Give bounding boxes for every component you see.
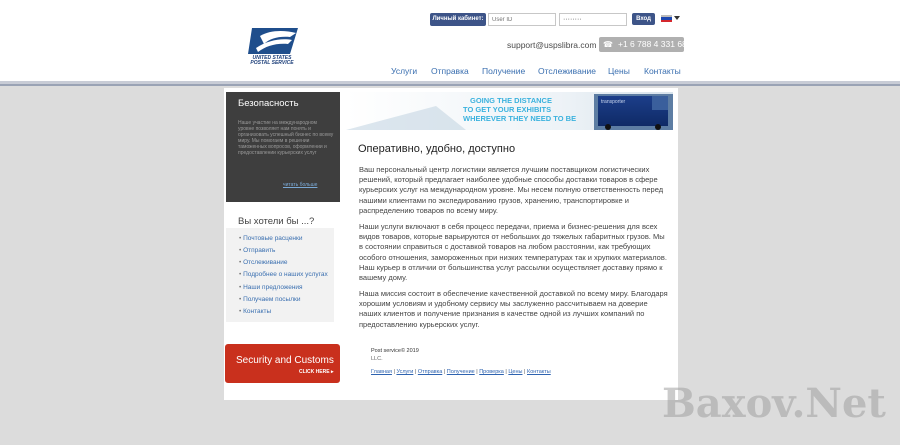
nav-receiving[interactable]: Получение (482, 66, 525, 76)
side-link-send[interactable]: Отправить (239, 247, 275, 254)
watermark: Baxov.Net (662, 380, 886, 427)
wish-title: Вы хотели бы ...? (238, 216, 315, 227)
language-flag-icon[interactable] (661, 15, 672, 22)
footer-link-shipping[interactable]: Отправка (418, 369, 442, 375)
copyright: Post service© 2019 (371, 348, 419, 354)
copyright-llc: LLC. (371, 356, 383, 362)
truck-label: transporter (601, 99, 626, 105)
footer-link-receiving[interactable]: Получение (447, 369, 475, 375)
side-link-postal-rates[interactable]: Почтовые расценки (239, 235, 302, 242)
side-link-receive[interactable]: Получаем посылки (239, 296, 300, 303)
footer-link-home[interactable]: Главная (371, 369, 392, 375)
side-link-contacts[interactable]: Контакты (239, 308, 271, 315)
nav-prices[interactable]: Цены (608, 66, 630, 76)
nav-services[interactable]: Услуги (391, 66, 417, 76)
banner-line-3: WHEREVER THEY NEED TO BE (463, 114, 577, 123)
mission-paragraph: Наша миссия состоит в обеспечение качест… (359, 289, 668, 329)
intro-paragraph: Ваш персональный центр логистики являетс… (359, 165, 664, 215)
nav-shipping[interactable]: Отправка (431, 66, 469, 76)
banner-line-2: TO GET YOUR EXHIBITS (463, 105, 552, 114)
security-text: Наше участие на международном уровне поз… (238, 120, 334, 156)
user-id-input[interactable] (488, 13, 556, 26)
nav-contacts[interactable]: Контакты (644, 66, 681, 76)
phone-icon: ☎ (603, 40, 613, 49)
footer-link-contacts[interactable]: Контакты (527, 369, 551, 375)
login-button[interactable]: Вход (632, 13, 655, 25)
footer-link-services[interactable]: Услуги (396, 369, 413, 375)
services-paragraph: Наши услуги включают в себя процесс пере… (359, 222, 667, 283)
side-link-tracking[interactable]: Отслеживание (239, 259, 287, 266)
security-read-more-link[interactable]: читать больше (283, 182, 317, 188)
chevron-down-icon[interactable] (674, 16, 680, 20)
password-input[interactable] (559, 13, 627, 26)
security-customs-title[interactable]: Security and Customs (236, 355, 334, 366)
side-link-services[interactable]: Подробнее о наших услугах (239, 271, 328, 278)
cabinet-label: Личный кабинет: (430, 13, 486, 26)
banner-line-1: GOING THE DISTANCE (470, 96, 552, 105)
support-email[interactable]: support@uspslibra.com (507, 40, 596, 50)
footer-link-prices[interactable]: Цены (508, 369, 522, 375)
security-title: Безопасность (238, 98, 299, 109)
nav-tracking[interactable]: Отслеживание (538, 66, 596, 76)
footer-nav: Главная | Услуги | Отправка | Получение … (371, 369, 551, 375)
page-title: Оперативно, удобно, доступно (358, 143, 516, 155)
click-here-link[interactable]: CLICK HERE ▸ (299, 369, 333, 375)
logo-caption: UNITED STATES POSTAL SERVICE (250, 55, 294, 66)
side-link-offers[interactable]: Наши предложения (239, 284, 302, 291)
header-divider (0, 84, 900, 86)
footer-link-check[interactable]: Проверка (479, 369, 504, 375)
